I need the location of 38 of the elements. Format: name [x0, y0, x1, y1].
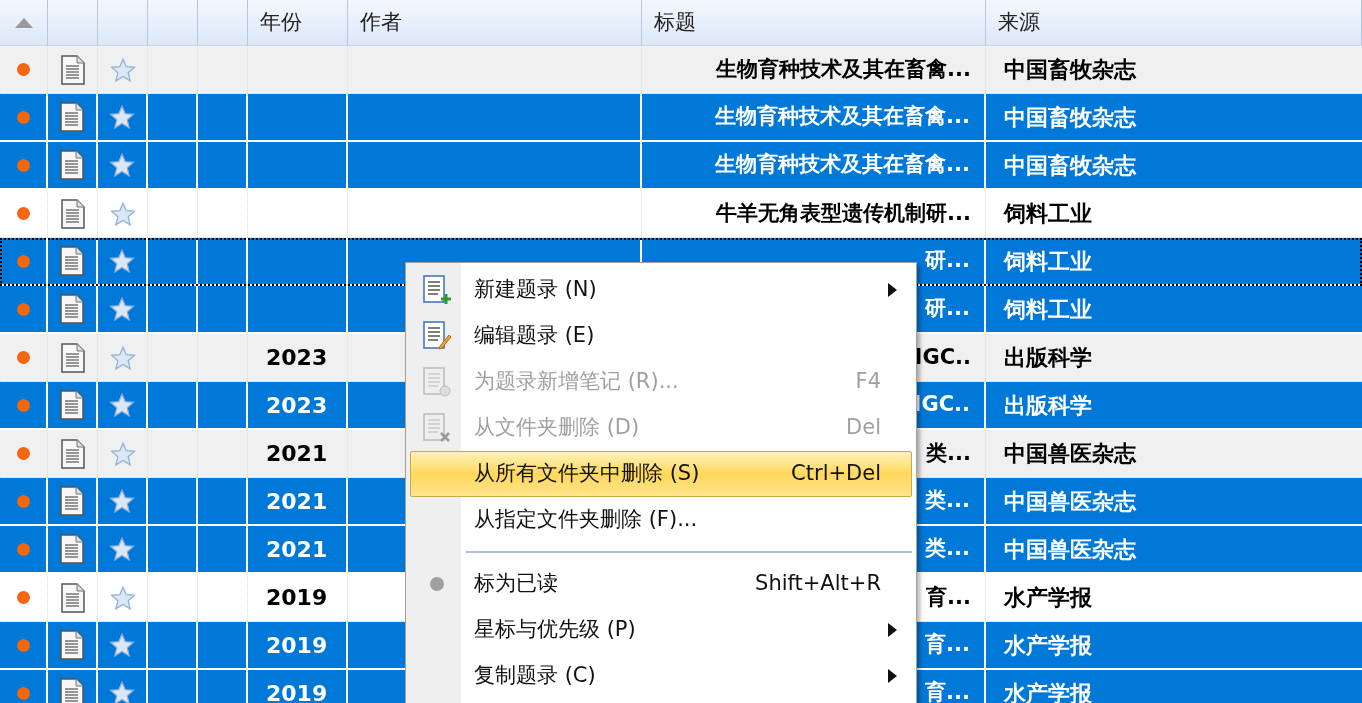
table-cell-text: 牛羊无角表型遗传机制研...	[716, 199, 971, 227]
table-cell-text: 生物育种技术及其在畜禽...	[716, 55, 971, 83]
table-cell-text: 生物育种技术及其在畜禽...	[715, 103, 970, 131]
table-cell-text: 2021	[266, 440, 328, 468]
table-cell-text: IGC..	[914, 343, 971, 371]
table-cell-text: 2019	[266, 584, 328, 612]
shortcut-label: Del	[846, 414, 882, 442]
table-cell-text: 中国畜牧杂志	[1004, 103, 1136, 132]
table-cell-text: 育...	[925, 679, 970, 703]
shortcut-label: Ctrl+Del	[791, 460, 882, 488]
table-cell-text: 生物育种技术及其在畜禽...	[715, 151, 970, 179]
table-cell-text: 出版科学	[1004, 344, 1092, 372]
table-cell-text: 类...	[925, 535, 970, 563]
table-cell-text: 出版科学	[1004, 391, 1092, 420]
table-cell-text: 中国兽医杂志	[1004, 487, 1136, 516]
table-cell-text: 研...	[925, 295, 970, 323]
table-cell-text: 水产学报	[1004, 584, 1092, 612]
table-cell-text: 2019	[266, 631, 328, 660]
table-cell-text: 饲料工业	[1004, 295, 1092, 324]
shortcut-label: F4	[855, 368, 882, 396]
table-cell-text: 育...	[926, 583, 971, 611]
table-cell-text: 2021	[266, 535, 328, 564]
table-cell-text: 2021	[266, 487, 328, 516]
table-cell-text: 2023	[266, 391, 328, 420]
table-cell-text: 中国畜牧杂志	[1004, 56, 1136, 84]
table-cell-text: 类...	[926, 439, 971, 467]
table-cell-text: 研...	[925, 247, 970, 275]
table-cell-text: 饲料工业	[1004, 200, 1092, 228]
table-cell-text: 饲料工业	[1004, 247, 1092, 276]
table-cell-text: 中国畜牧杂志	[1004, 151, 1136, 180]
table-cell-text: 中国兽医杂志	[1004, 535, 1136, 564]
table-cell-text: 育...	[925, 631, 970, 659]
table-cell-text: 类...	[925, 487, 970, 515]
table-cell-text: 水产学报	[1004, 631, 1092, 660]
table-cell-text: 2019	[266, 679, 328, 703]
table-cell-text: 2023	[266, 344, 328, 372]
shortcut-label: Shift+Alt+R	[755, 570, 882, 598]
table-cell-text: 中国兽医杂志	[1004, 440, 1136, 468]
